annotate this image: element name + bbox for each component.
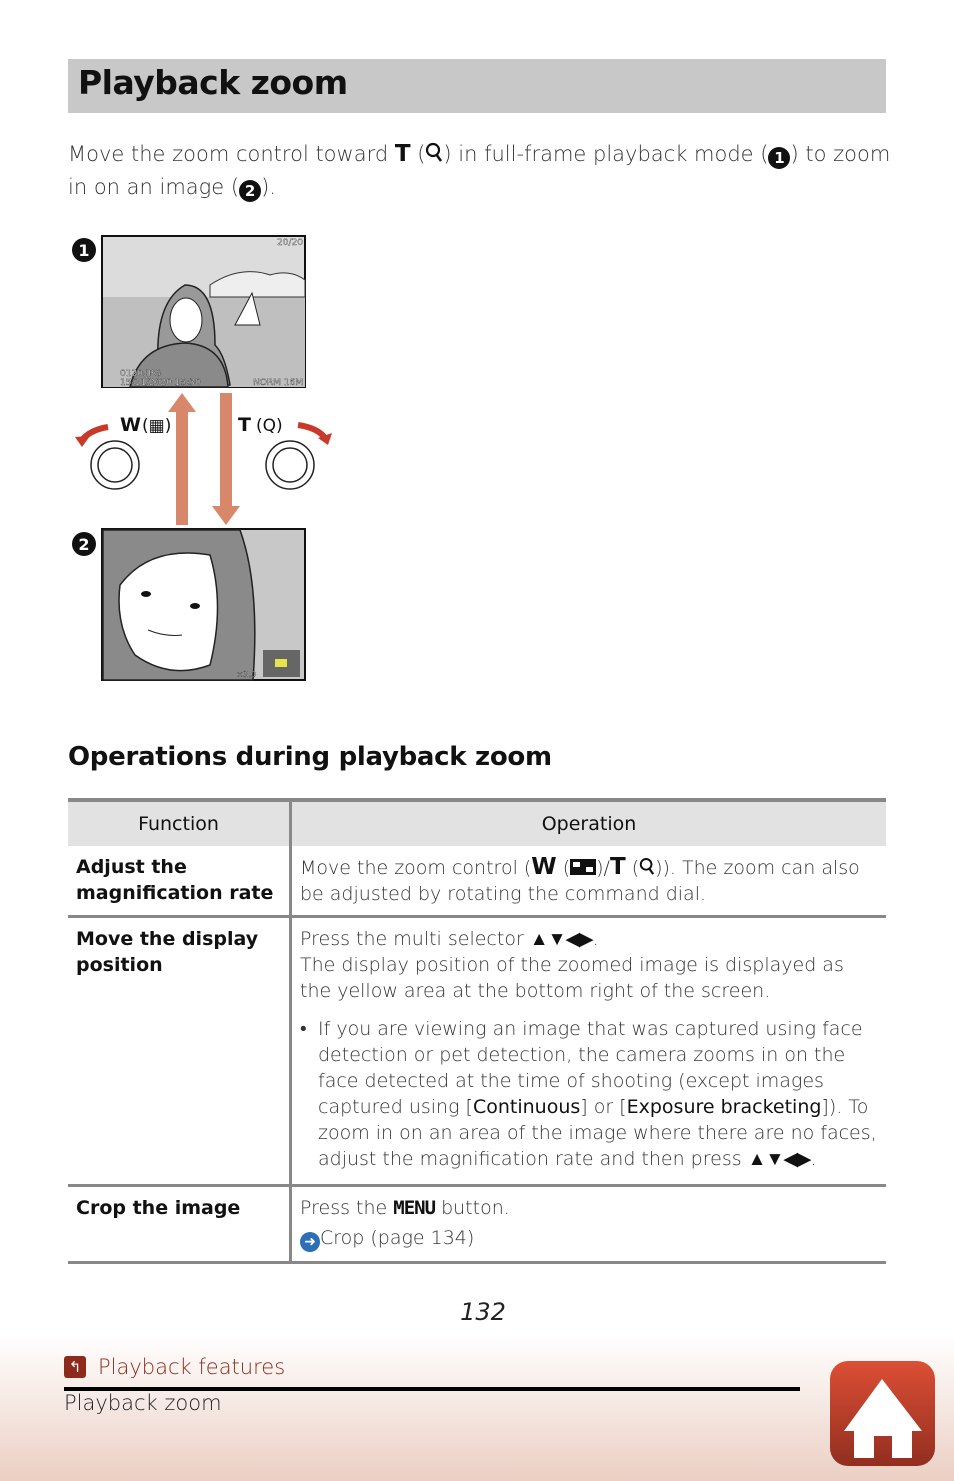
- function-cell: Move the display position: [68, 916, 292, 1187]
- step-1-number: 1: [78, 241, 89, 260]
- op-text: (: [625, 857, 640, 879]
- breadcrumb-current: Playback zoom: [64, 1391, 222, 1415]
- multi-selector-arrows-icon: ▲▼◀▶: [747, 1148, 812, 1170]
- page-number: 132: [460, 1298, 506, 1326]
- zoom-illustration: 1 20/20 0120.JPG 15/11/2020 15:30 NORM 1…: [72, 235, 332, 681]
- operation-cell: Press the MENU button. ➜ Crop (page 134): [290, 1185, 886, 1264]
- image-quality: NORM 16M: [253, 378, 303, 388]
- wide-symbol: W: [531, 854, 557, 880]
- table-row: Move the display position Press the mult…: [68, 916, 886, 1187]
- op-text: The display position of the zoomed image…: [300, 954, 844, 1002]
- function-cell: Crop the image: [68, 1185, 292, 1264]
- op-text: Press the: [300, 1197, 394, 1219]
- arrow-down: [220, 393, 232, 508]
- home-button[interactable]: [830, 1361, 935, 1466]
- tele-symbol: T: [609, 854, 626, 880]
- magnifier-icon: [426, 142, 443, 162]
- intro-text: (: [410, 142, 426, 166]
- bullet: •: [300, 1018, 307, 1040]
- op-text: (: [556, 857, 571, 879]
- link-arrow-icon: ➜: [300, 1232, 320, 1252]
- setting-exposure-bracketing: Exposure bracketing: [626, 1096, 822, 1118]
- wide-label: W: [120, 414, 141, 436]
- home-icon: [844, 1379, 922, 1458]
- intro-text: ).: [261, 175, 276, 199]
- tele-label: T: [238, 414, 251, 436]
- zoom-ratio: ×3.0: [237, 670, 256, 679]
- operation-cell: Press the multi selector ▲▼◀▶. The displ…: [290, 916, 886, 1187]
- note-text: .: [810, 1148, 817, 1170]
- section-heading: Operations during playback zoom: [68, 742, 552, 772]
- table-row: Crop the image Press the MENU button. ➜ C…: [68, 1185, 886, 1264]
- table-header-row: Function Operation: [68, 798, 886, 846]
- table-row: Adjust the magnification rate Move the z…: [68, 846, 886, 918]
- intro-paragraph: Move the zoom control toward T ( ) in ful…: [68, 138, 898, 204]
- operations-table: Function Operation Adjust the magnificat…: [68, 798, 886, 1264]
- operation-cell: Move the zoom control (W ()/T ()). The z…: [290, 846, 886, 918]
- magnifier-icon: [639, 858, 655, 875]
- intro-text: Move the zoom control toward: [68, 142, 395, 166]
- image-counter: 20/20: [277, 238, 303, 248]
- crop-link[interactable]: ➜ Crop (page 134): [300, 1225, 878, 1252]
- step-2-number: 2: [78, 535, 89, 554]
- op-text: Press the multi selector: [300, 928, 530, 950]
- function-cell: Adjust the magnification rate: [68, 846, 292, 918]
- header-operation: Operation: [290, 798, 886, 846]
- thumbnail-icon: [570, 859, 597, 875]
- date-time: 15/11/2020 15:30: [120, 378, 201, 388]
- header-function: Function: [68, 798, 292, 846]
- step-1-marker: 1: [768, 147, 791, 169]
- multi-selector-arrows-icon: ▲▼◀▶: [529, 928, 594, 950]
- step-2-marker: 2: [239, 180, 262, 202]
- intro-text: ) in full-frame playback mode (: [443, 142, 769, 166]
- op-text: button.: [435, 1197, 510, 1219]
- magnifier-label-icon: (Q): [256, 416, 283, 436]
- breadcrumb-section[interactable]: ↰ Playback features: [64, 1355, 285, 1379]
- breadcrumb-section-label[interactable]: Playback features: [98, 1355, 285, 1379]
- arrow-up: [176, 410, 188, 525]
- thumbnail-icon: (▦): [142, 416, 171, 436]
- crop-link-text[interactable]: Crop (page 134): [320, 1227, 474, 1249]
- op-text: Move the zoom control (: [300, 857, 532, 879]
- back-arrow-icon[interactable]: ↰: [64, 1356, 86, 1378]
- setting-continuous: Continuous: [472, 1096, 581, 1118]
- rotate-right-arrow: [297, 422, 328, 440]
- menu-button-label: MENU: [393, 1197, 436, 1219]
- note-text: ] or [: [580, 1096, 627, 1118]
- note-item: • If you are viewing an image that was c…: [300, 1016, 878, 1172]
- op-text: .: [592, 928, 599, 950]
- page-title: Playback zoom: [78, 63, 348, 102]
- position-marker: [275, 659, 287, 667]
- tele-symbol: T: [394, 141, 411, 167]
- title-bar: Playback zoom: [68, 59, 886, 113]
- op-text: )/: [596, 857, 610, 879]
